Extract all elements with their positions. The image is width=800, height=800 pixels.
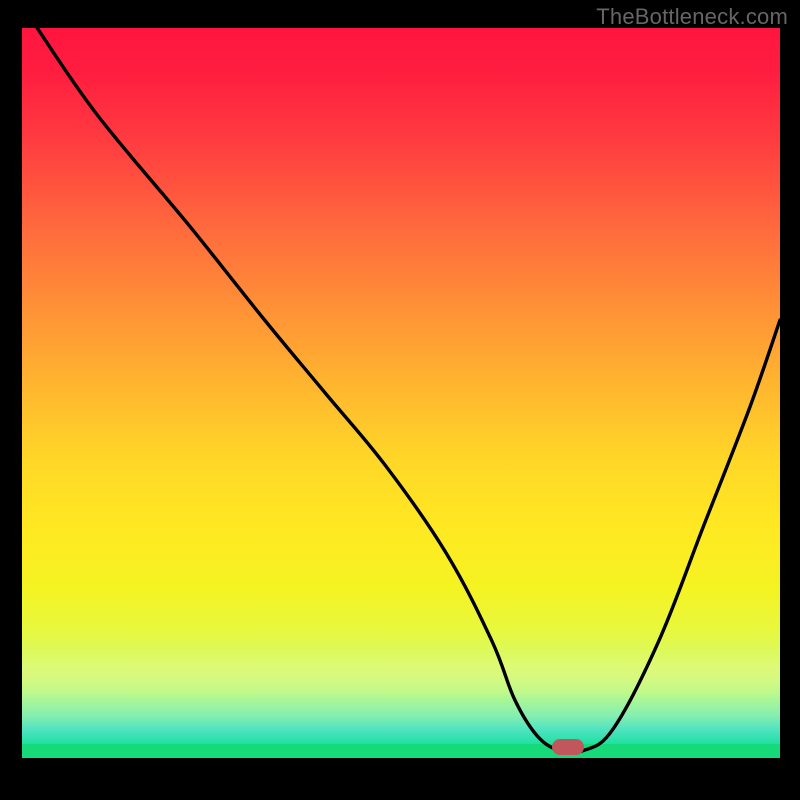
x-axis-space <box>22 758 780 784</box>
plot-area <box>22 28 780 784</box>
yellow-highlight-band <box>22 650 780 700</box>
watermark-text: TheBottleneck.com <box>596 4 788 30</box>
optimal-marker <box>552 739 584 755</box>
green-baseline-strip <box>22 744 780 758</box>
chart-stage: TheBottleneck.com <box>0 0 800 800</box>
background-gradient <box>22 28 780 744</box>
